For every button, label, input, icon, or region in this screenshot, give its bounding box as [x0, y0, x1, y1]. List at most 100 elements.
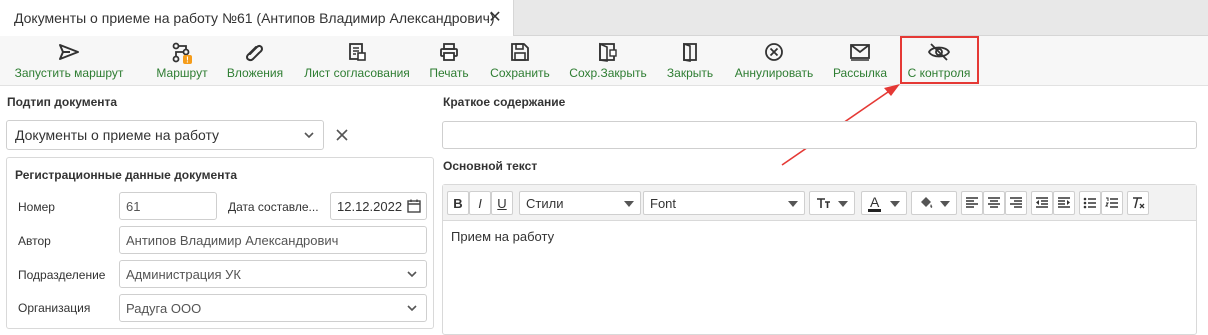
chevron-down-icon — [407, 271, 417, 278]
tab-bar: Документы о приеме на работу №61 (Антипо… — [0, 0, 1208, 36]
date-value: 12.12.2022 — [337, 198, 403, 214]
close-door-icon — [683, 42, 697, 62]
save-close-label: Сохр.Закрыть — [569, 66, 647, 80]
rich-text-editor: B I U Стили Font A Прием на работу — [442, 184, 1197, 335]
mailing-button[interactable]: Рассылка — [830, 36, 890, 86]
mailing-label: Рассылка — [832, 66, 888, 80]
organization-select[interactable]: Радуга ООО — [119, 294, 427, 322]
numbered-list-icon — [1105, 197, 1118, 208]
approval-sheet-button[interactable]: Лист согласования — [300, 36, 414, 86]
bold-button[interactable]: B — [447, 191, 469, 215]
route-label: Маршрут — [156, 66, 208, 80]
save-label: Сохранить — [490, 66, 550, 80]
author-field[interactable]: Антипов Владимир Александрович — [119, 226, 427, 254]
number-field[interactable]: 61 — [119, 192, 217, 220]
paperclip-icon — [245, 44, 264, 62]
registration-title: Регистрационные данные документа — [15, 168, 238, 182]
approval-sheet-icon — [349, 43, 366, 61]
align-left-icon — [966, 197, 978, 208]
align-center-icon — [988, 197, 1000, 208]
approval-sheet-label: Лист согласования — [304, 66, 410, 80]
route-badge: ! — [186, 56, 189, 65]
organization-value: Радуга ООО — [126, 300, 202, 316]
printer-icon — [440, 43, 458, 61]
department-label: Подразделение — [18, 268, 106, 282]
attachments-label: Вложения — [226, 66, 284, 80]
caret-down-icon — [788, 201, 798, 207]
font-dropdown[interactable]: Font — [643, 191, 805, 215]
save-button[interactable]: Сохранить — [486, 36, 554, 86]
department-select[interactable]: Администрация УК — [119, 260, 427, 288]
indent-icon — [1058, 197, 1070, 208]
author-value: Антипов Владимир Александрович — [126, 232, 339, 248]
annul-button[interactable]: Аннулировать — [730, 36, 818, 86]
organization-label: Организация — [18, 301, 91, 315]
editor-toolbar: B I U Стили Font A — [443, 185, 1196, 221]
start-route-button[interactable]: Запустить маршрут — [15, 36, 123, 86]
caret-down-icon — [940, 201, 950, 207]
font-label: Font — [650, 195, 677, 211]
clear-format-icon — [1133, 197, 1145, 209]
subtype-value: Документы о приеме на работу — [15, 127, 220, 143]
align-right-button[interactable] — [1005, 191, 1027, 215]
styles-dropdown[interactable]: Стили — [519, 191, 641, 215]
department-value: Администрация УК — [126, 266, 242, 282]
clear-format-button[interactable] — [1127, 191, 1149, 215]
summary-input[interactable] — [442, 121, 1197, 149]
caret-down-icon — [624, 201, 634, 207]
attachments-button[interactable]: Вложения — [224, 36, 286, 86]
send-icon — [59, 44, 79, 60]
font-color-label: A — [868, 193, 882, 212]
numbered-list-button[interactable] — [1101, 191, 1123, 215]
save-close-button[interactable]: Сохр.Закрыть — [566, 36, 650, 86]
outdent-icon — [1036, 197, 1048, 208]
align-left-button[interactable] — [961, 191, 983, 215]
body-title: Основной текст — [443, 159, 538, 173]
start-route-label: Запустить маршрут — [14, 66, 124, 80]
background-color-dropdown[interactable] — [911, 191, 957, 215]
bullet-list-icon — [1083, 197, 1096, 209]
print-button[interactable]: Печать — [426, 36, 472, 86]
tab-title: Документы о приеме на работу №61 (Антипо… — [14, 10, 495, 26]
subtype-title: Подтип документа — [7, 95, 118, 109]
chevron-down-icon — [304, 132, 314, 139]
paint-bucket-icon — [921, 197, 933, 208]
cancel-circle-icon — [765, 43, 783, 61]
author-label: Автор — [18, 234, 51, 248]
save-icon — [511, 43, 529, 61]
clear-subtype-icon[interactable] — [336, 129, 348, 141]
print-label: Печать — [429, 66, 469, 80]
summary-title: Краткое содержание — [443, 95, 566, 109]
calendar-icon[interactable] — [407, 199, 421, 213]
editor-content[interactable]: Прием на работу — [451, 229, 554, 244]
underline-button[interactable]: U — [491, 191, 513, 215]
document-tab[interactable]: Документы о приеме на работу №61 (Антипо… — [0, 0, 514, 36]
caret-down-icon — [890, 201, 900, 207]
mail-icon — [850, 44, 870, 61]
close-button[interactable]: Закрыть — [662, 36, 718, 86]
font-size-dropdown[interactable] — [809, 191, 855, 215]
registration-panel: Регистрационные данные документа Номер 6… — [6, 157, 434, 329]
align-right-icon — [1010, 197, 1022, 208]
font-color-dropdown[interactable]: A — [861, 191, 907, 215]
font-size-icon — [817, 198, 830, 208]
route-icon: ! — [172, 42, 192, 65]
subtype-select[interactable]: Документы о приеме на работу — [6, 120, 324, 150]
highlight-frame — [900, 36, 979, 84]
number-value: 61 — [126, 198, 141, 214]
italic-button[interactable]: I — [469, 191, 491, 215]
caret-down-icon — [838, 201, 848, 207]
outdent-button[interactable] — [1031, 191, 1053, 215]
route-button[interactable]: ! Маршрут — [152, 36, 212, 86]
close-icon[interactable]: ✕ — [487, 10, 503, 26]
number-label: Номер — [18, 200, 55, 214]
annul-label: Аннулировать — [734, 66, 814, 80]
bullet-list-button[interactable] — [1079, 191, 1101, 215]
close-label: Закрыть — [666, 66, 714, 80]
date-label: Дата составле... — [228, 200, 319, 214]
chevron-down-icon — [407, 305, 417, 312]
date-field[interactable]: 12.12.2022 — [330, 192, 427, 220]
styles-label: Стили — [526, 195, 564, 211]
align-center-button[interactable] — [983, 191, 1005, 215]
indent-button[interactable] — [1053, 191, 1075, 215]
